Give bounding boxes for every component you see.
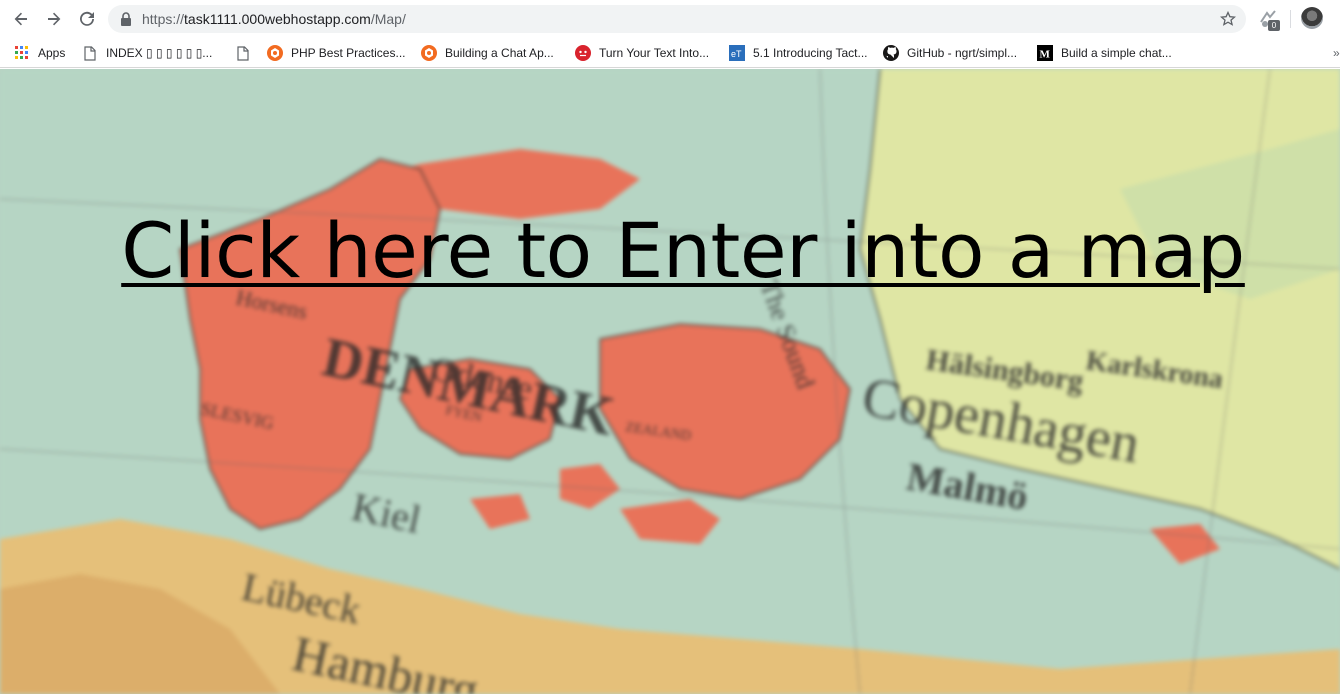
bookmark-php-best-practices[interactable]: PHP Best Practices... xyxy=(267,42,406,64)
bookmark-index[interactable]: INDEX ▯ ▯ ▯ ▯ ▯ ▯... xyxy=(82,42,212,64)
address-bar[interactable]: https://task1111.000webhostapp.com/Map/ xyxy=(108,5,1246,33)
arrow-left-icon xyxy=(14,12,27,26)
bookmark-label: INDEX ▯ ▯ ▯ ▯ ▯ ▯... xyxy=(106,46,213,60)
bookmark-label: Turn Your Text Into... xyxy=(599,46,710,60)
page-content: DENMARK Odense FYEN ZEALAND The Sound Co… xyxy=(0,69,1340,694)
orange-hexagon-icon xyxy=(421,45,437,61)
profile-avatar[interactable] xyxy=(1301,7,1323,29)
medium-icon: M xyxy=(1037,45,1053,61)
reload-button[interactable] xyxy=(75,7,99,31)
map-background: DENMARK Odense FYEN ZEALAND The Sound Co… xyxy=(0,69,1340,694)
svg-text:eT: eT xyxy=(731,49,742,59)
orange-hexagon-icon xyxy=(267,45,283,61)
bookmark-github[interactable]: GitHub - ngrt/simpl... xyxy=(883,42,1017,64)
toolbar-divider xyxy=(1290,10,1291,28)
forward-button[interactable] xyxy=(42,7,66,31)
page-icon xyxy=(82,45,98,61)
bookmark-build-simple-chat[interactable]: M Build a simple chat... xyxy=(1037,42,1172,64)
bookmark-building-chat[interactable]: Building a Chat Ap... xyxy=(421,42,554,64)
bookmark-untitled[interactable] xyxy=(235,42,259,64)
apps-grid-icon xyxy=(14,45,30,61)
browser-toolbar: https://task1111.000webhostapp.com/Map/ … xyxy=(0,0,1340,38)
lock-icon xyxy=(121,12,131,26)
reload-icon xyxy=(80,11,94,26)
bookmark-label: GitHub - ngrt/simpl... xyxy=(907,46,1018,60)
bookmark-star-icon[interactable] xyxy=(1220,11,1236,27)
url-text: https://task1111.000webhostapp.com/Map/ xyxy=(142,11,406,27)
github-icon xyxy=(883,45,899,61)
extension-badge: 0 xyxy=(1268,20,1280,31)
bookmark-turn-text[interactable]: Turn Your Text Into... xyxy=(575,42,709,64)
bookmark-label: 5.1 Introducing Tact... xyxy=(753,46,868,60)
svg-text:M: M xyxy=(1040,49,1051,61)
blue-square-icon: eT xyxy=(729,45,745,61)
bookmark-label: PHP Best Practices... xyxy=(291,46,406,60)
bookmark-apps[interactable]: Apps xyxy=(14,42,65,64)
bookmarks-bar: Apps INDEX ▯ ▯ ▯ ▯ ▯ ▯... PHP Best Pract… xyxy=(0,38,1340,68)
bookmark-label: Build a simple chat... xyxy=(1061,46,1172,60)
arrow-right-icon xyxy=(48,12,61,26)
red-circle-icon xyxy=(575,45,591,61)
bookmark-introducing-tact[interactable]: eT 5.1 Introducing Tact... xyxy=(729,42,868,64)
bookmarks-overflow[interactable]: » xyxy=(1333,46,1340,60)
bookmark-label: Apps xyxy=(38,46,66,60)
bookmark-label: Building a Chat Ap... xyxy=(445,46,554,60)
page-icon xyxy=(235,45,251,61)
enter-map-link[interactable]: Click here to Enter into a map xyxy=(0,206,1340,296)
back-button[interactable] xyxy=(9,7,33,31)
